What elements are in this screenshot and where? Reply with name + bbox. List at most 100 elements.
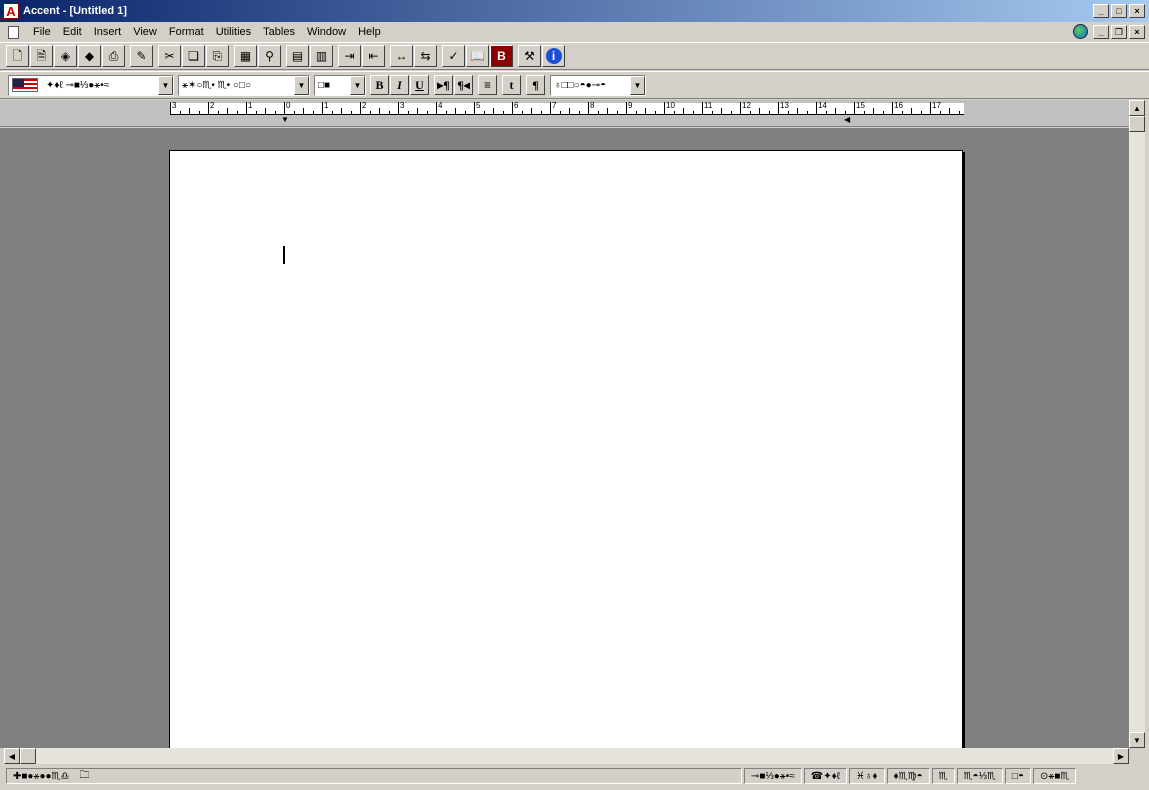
minimize-button[interactable]: _ bbox=[1093, 4, 1109, 18]
language-select[interactable]: ✦♦ℓ ⊸■⅓●⚹•≈ ▼ bbox=[8, 74, 174, 96]
info-icon[interactable]: i bbox=[542, 45, 565, 67]
find-icon[interactable]: ▦ bbox=[234, 45, 257, 67]
tools-icon[interactable]: ⚒ bbox=[518, 45, 541, 67]
ruler-minor-tick bbox=[464, 111, 466, 114]
size-select[interactable]: □■ ▼ bbox=[314, 74, 366, 96]
horizontal-scrollbar[interactable]: ◀ ▶ bbox=[4, 748, 1129, 764]
text-direction-rtl-icon[interactable]: ⇆ bbox=[414, 45, 437, 67]
underline-button[interactable]: U bbox=[410, 75, 429, 95]
doc-minimize-button[interactable]: _ bbox=[1093, 24, 1109, 39]
ruler-major-tick bbox=[588, 102, 589, 114]
chevron-down-icon[interactable]: ▼ bbox=[350, 75, 365, 95]
menu-window[interactable]: Window bbox=[301, 26, 352, 38]
ruler-minor-tick bbox=[559, 111, 561, 114]
ruler-minor-tick bbox=[236, 111, 238, 114]
bold-button[interactable]: B bbox=[370, 75, 389, 95]
chevron-down-icon[interactable]: ▼ bbox=[630, 75, 645, 95]
status-mode-text: ♏◓⅓♏ bbox=[963, 770, 996, 782]
menu-view[interactable]: View bbox=[127, 26, 163, 38]
run-icon[interactable]: ⚲ bbox=[258, 45, 281, 67]
ltr-paragraph-button[interactable]: ▸¶ bbox=[434, 75, 453, 95]
ruler-number: 17 bbox=[932, 101, 941, 110]
ruler-major-tick bbox=[208, 102, 209, 114]
indent-icon[interactable]: ⇥ bbox=[338, 45, 361, 67]
ruler-number: 6 bbox=[514, 101, 519, 110]
save-all-button[interactable]: ◆ bbox=[78, 45, 101, 67]
ruler-minor-tick bbox=[255, 111, 257, 114]
ruler-major-tick bbox=[550, 102, 551, 114]
maximize-button[interactable]: □ bbox=[1111, 4, 1127, 18]
document-page[interactable] bbox=[169, 150, 963, 748]
columns-icon[interactable]: ▥ bbox=[310, 45, 333, 67]
spellcheck-icon[interactable]: ✓ bbox=[442, 45, 465, 67]
text-direction-ltr-icon[interactable]: ↔ bbox=[390, 45, 413, 67]
ruler-number: 14 bbox=[818, 101, 827, 110]
new-document-button[interactable]: 🗋 bbox=[6, 45, 29, 67]
font-select[interactable]: ⚹✶○♏• ♏• ○□○ ▼ bbox=[178, 74, 310, 96]
horizontal-ruler[interactable]: 3 2 1 0 1 2 3 4 5 6 7 8 9 10 11 12 13 14 15 16 17 bbox=[170, 101, 964, 115]
globe-icon[interactable] bbox=[1073, 24, 1088, 39]
ruler-minor-tick bbox=[531, 108, 532, 114]
ruler-minor-tick bbox=[692, 111, 694, 114]
chevron-down-icon[interactable]: ▼ bbox=[158, 75, 173, 95]
menu-edit[interactable]: Edit bbox=[57, 26, 88, 38]
ruler-number: 0 bbox=[286, 101, 291, 110]
dictionary-icon[interactable]: 📖 bbox=[466, 45, 489, 67]
menu-tables[interactable]: Tables bbox=[257, 26, 301, 38]
ruler-minor-tick bbox=[274, 111, 276, 114]
cut-icon[interactable]: ✂ bbox=[158, 45, 181, 67]
left-indent-marker[interactable]: ▼ bbox=[281, 115, 289, 124]
menu-insert[interactable]: Insert bbox=[88, 26, 128, 38]
right-indent-marker[interactable]: ◀ bbox=[844, 115, 850, 124]
ruler-number: 2 bbox=[210, 101, 215, 110]
document-icon[interactable] bbox=[8, 25, 19, 39]
status-extra: □◓ bbox=[1004, 768, 1031, 784]
ruler-minor-tick bbox=[293, 111, 295, 114]
vertical-scroll-thumb[interactable] bbox=[1129, 116, 1145, 132]
copy-icon[interactable]: ❏ bbox=[182, 45, 205, 67]
ruler-number: 8 bbox=[590, 101, 595, 110]
ruler-minor-tick bbox=[455, 108, 456, 114]
paste-icon[interactable]: ⎘ bbox=[206, 45, 229, 67]
status-line: ♦♏♍◓ bbox=[886, 768, 930, 784]
bold-brand-icon[interactable]: B bbox=[490, 45, 513, 67]
status-last-text: ⊙⚹■♏ bbox=[1040, 770, 1070, 782]
style-select[interactable]: ♁□□○◓●⊸◓ ▼ bbox=[550, 74, 646, 96]
outdent-icon[interactable]: ⇤ bbox=[362, 45, 385, 67]
vertical-scrollbar[interactable]: ▲ ▼ bbox=[1129, 100, 1145, 748]
scroll-up-icon[interactable]: ▲ bbox=[1129, 100, 1145, 116]
save-button[interactable]: ◈ bbox=[54, 45, 77, 67]
style-label: ♁□□○◓●⊸◓ bbox=[554, 79, 607, 91]
menu-format[interactable]: Format bbox=[163, 26, 210, 38]
close-button[interactable]: × bbox=[1129, 4, 1145, 18]
rtl-paragraph-button[interactable]: ¶◂ bbox=[454, 75, 473, 95]
status-keyboard-text: ☎✦♦ℓ bbox=[810, 770, 840, 782]
menu-help[interactable]: Help bbox=[352, 26, 387, 38]
standard-toolbar: 🗋 🗎 ◈ ◆ ⎙ ✎ ✂ ❏ ⎘ ▦ ⚲ ▤ ▥ ⇥ ⇤ ↔ ⇆ ✓ 📖 B … bbox=[0, 42, 1149, 70]
wand-icon[interactable]: ✎ bbox=[130, 45, 153, 67]
ruler-number: 1 bbox=[324, 101, 329, 110]
app-logo-icon[interactable]: A bbox=[3, 3, 19, 19]
italic-button[interactable]: I bbox=[390, 75, 409, 95]
ruler-minor-tick bbox=[540, 111, 542, 114]
show-paragraph-button[interactable]: ¶ bbox=[526, 75, 545, 95]
align-button[interactable]: ≡ bbox=[478, 75, 497, 95]
menu-utilities[interactable]: Utilities bbox=[210, 26, 257, 38]
open-button[interactable]: 🗎 bbox=[30, 45, 53, 67]
scroll-right-icon[interactable]: ▶ bbox=[1113, 748, 1129, 764]
scroll-down-icon[interactable]: ▼ bbox=[1129, 732, 1145, 748]
print-button[interactable]: ⎙ bbox=[102, 45, 125, 67]
format-toolbar: ✦♦ℓ ⊸■⅓●⚹•≈ ▼ ⚹✶○♏• ♏• ○□○ ▼ □■ ▼ B I U … bbox=[0, 71, 1149, 99]
ruler-major-tick bbox=[664, 102, 665, 114]
menu-file[interactable]: File bbox=[27, 26, 57, 38]
status-left-pane: ✚■●⚹●●♏♎ 🗀 bbox=[6, 768, 742, 784]
doc-close-button[interactable]: × bbox=[1129, 24, 1145, 39]
doc-restore-button[interactable]: ❐ bbox=[1111, 24, 1127, 39]
scroll-left-icon[interactable]: ◀ bbox=[4, 748, 20, 764]
ruler-minor-tick bbox=[835, 108, 836, 114]
columns-one-icon[interactable]: ▤ bbox=[286, 45, 309, 67]
superscript-button[interactable]: t bbox=[502, 75, 521, 95]
chevron-down-icon[interactable]: ▼ bbox=[294, 75, 309, 95]
horizontal-scroll-thumb[interactable] bbox=[20, 748, 36, 764]
menu-bar: File Edit Insert View Format Utilities T… bbox=[0, 22, 1149, 42]
